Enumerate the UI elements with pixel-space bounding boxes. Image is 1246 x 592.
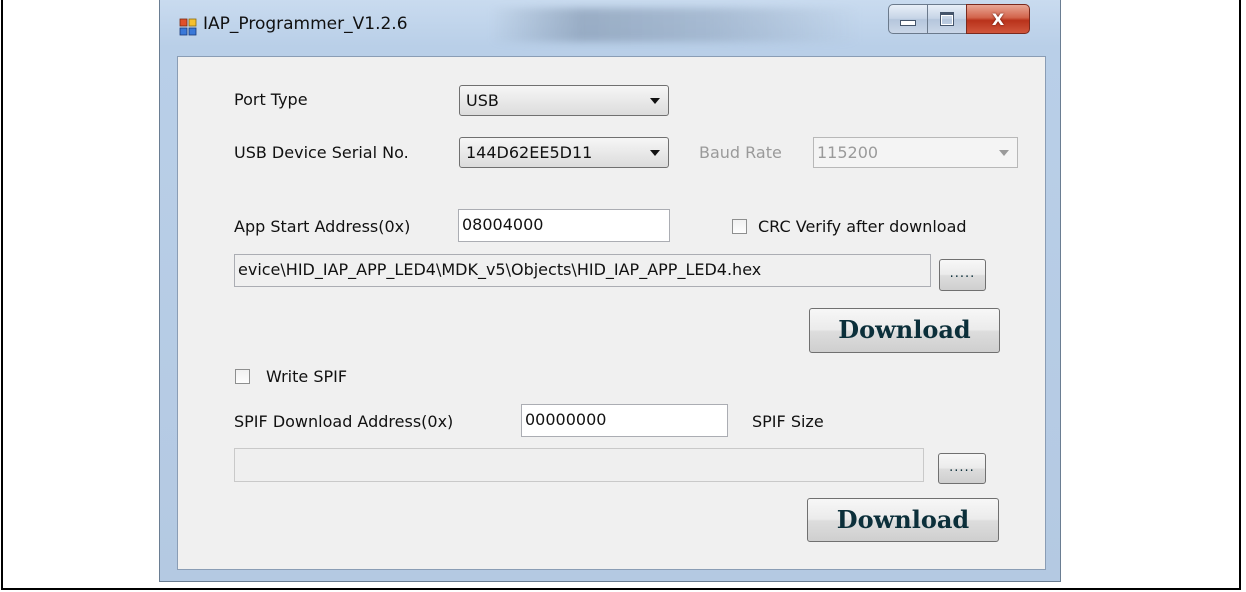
spif-file-browse-button[interactable]: ..... xyxy=(938,453,986,484)
dropdown-arrow-icon xyxy=(999,150,1009,156)
app-start-address-input[interactable]: 08004000 xyxy=(458,209,670,242)
baud-rate-label: Baud Rate xyxy=(699,143,782,162)
usb-serial-value: 144D62EE5D11 xyxy=(466,143,593,162)
spif-address-label: SPIF Download Address(0x) xyxy=(234,412,454,431)
app-file-path-value: evice\HID_IAP_APP_LED4\MDK_v5\Objects\HI… xyxy=(238,260,762,279)
app-file-browse-button[interactable]: ..... xyxy=(939,259,986,291)
app-start-address-label: App Start Address(0x) xyxy=(234,217,411,236)
write-spif-checkbox[interactable] xyxy=(235,369,250,384)
app-icon xyxy=(179,18,197,36)
crc-verify-label: CRC Verify after download xyxy=(758,217,967,236)
port-type-value: USB xyxy=(466,91,499,110)
app-window: IAP_Programmer_V1.2.6 X Port Type USB US… xyxy=(159,0,1061,582)
close-button[interactable]: X xyxy=(966,4,1030,34)
usb-serial-select[interactable]: 144D62EE5D11 xyxy=(459,137,669,168)
usb-serial-label: USB Device Serial No. xyxy=(234,143,409,162)
title-bar[interactable]: IAP_Programmer_V1.2.6 X xyxy=(160,0,1060,56)
app-start-address-value: 08004000 xyxy=(462,215,544,234)
spif-file-path-input[interactable] xyxy=(234,448,924,482)
app-download-button[interactable]: Download xyxy=(809,308,1000,353)
minimize-icon xyxy=(900,20,916,26)
write-spif-label: Write SPIF xyxy=(266,367,348,386)
close-icon: X xyxy=(991,9,1005,29)
maximize-button[interactable] xyxy=(927,4,967,34)
client-area: Port Type USB USB Device Serial No. 144D… xyxy=(177,56,1046,570)
window-title: IAP_Programmer_V1.2.6 xyxy=(203,14,408,34)
dropdown-arrow-icon xyxy=(650,98,660,104)
spif-size-label: SPIF Size xyxy=(752,412,824,431)
port-type-select[interactable]: USB xyxy=(459,85,669,116)
app-file-path-input[interactable]: evice\HID_IAP_APP_LED4\MDK_v5\Objects\HI… xyxy=(234,254,931,287)
baud-rate-select[interactable]: 115200 xyxy=(813,137,1018,168)
maximize-icon xyxy=(940,12,954,26)
crc-verify-checkbox[interactable] xyxy=(732,219,747,234)
spif-address-value: 00000000 xyxy=(525,410,607,429)
port-type-label: Port Type xyxy=(234,90,308,109)
spif-download-button[interactable]: Download xyxy=(807,498,999,542)
baud-rate-value: 115200 xyxy=(817,143,879,162)
dropdown-arrow-icon xyxy=(650,150,660,156)
minimize-button[interactable] xyxy=(888,4,928,34)
spif-address-input[interactable]: 00000000 xyxy=(521,404,728,437)
blurred-background-text xyxy=(490,8,860,42)
